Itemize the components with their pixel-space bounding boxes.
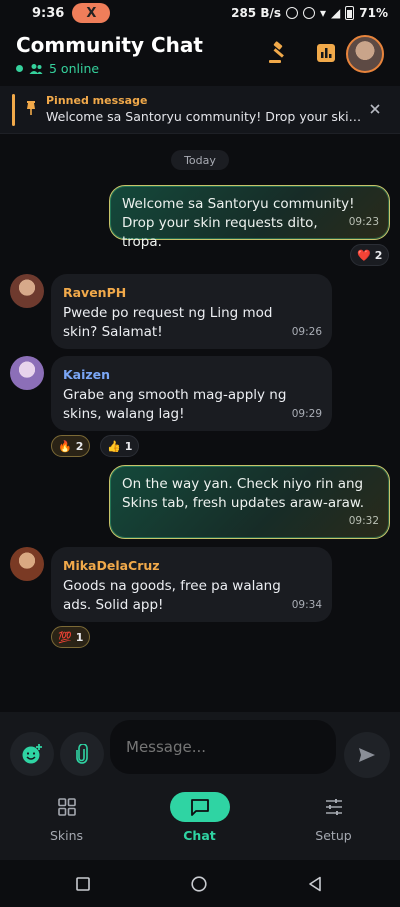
- hundred-icon: 💯: [58, 630, 72, 644]
- system-nav-bar: [0, 860, 400, 907]
- emoji-button[interactable]: [10, 732, 54, 776]
- reaction-count: 2: [75, 439, 84, 453]
- thumbs-up-icon: 👍: [107, 439, 121, 453]
- pin-icon: [27, 101, 35, 115]
- reaction-chip[interactable]: ❤️ 2: [350, 244, 390, 266]
- square-icon: [76, 877, 90, 891]
- day-separator: Today: [171, 150, 229, 170]
- wifi-icon: ▾: [320, 6, 327, 20]
- dnd-icon: [286, 7, 298, 19]
- close-icon: [370, 104, 380, 114]
- message-bubble-incoming[interactable]: RavenPH Pwede po request ng Ling mod ski…: [51, 274, 332, 349]
- recents-button[interactable]: [76, 876, 90, 895]
- message-input[interactable]: [110, 720, 336, 774]
- message-bubble-outgoing[interactable]: Welcome sa Santoryu community! Drop your…: [109, 185, 390, 250]
- message-text: Goods na goods, free pa walang ads. Soli…: [63, 578, 281, 613]
- message-text: Pwede po request ng Ling mod skin? Salam…: [63, 305, 273, 340]
- message-text: On the way yan. Check niyo rin ang Skins…: [122, 476, 365, 511]
- nav-skins-icon-wrap: [37, 792, 97, 822]
- message-sender: MikaDelaCruz: [63, 558, 160, 573]
- send-button[interactable]: [344, 732, 390, 778]
- message-sender: RavenPH: [63, 285, 127, 300]
- send-icon: [359, 748, 375, 762]
- reaction-chip[interactable]: 💯 1: [51, 626, 91, 648]
- online-label: 5 online: [49, 61, 100, 76]
- moderation-button[interactable]: [263, 38, 293, 68]
- chat-bubble-icon: [190, 799, 209, 816]
- status-time: 9:36: [32, 5, 65, 21]
- message-bubble-incoming[interactable]: Kaizen Grabe ang smooth mag-apply ng ski…: [51, 356, 332, 431]
- nav-label: Skins: [49, 828, 84, 843]
- bottom-nav: Skins Chat Setup: [0, 790, 400, 860]
- gavel-icon: [269, 41, 284, 63]
- vibrate-icon: [303, 7, 315, 19]
- nav-chat[interactable]: Chat: [133, 790, 266, 860]
- bar-chart-icon: [317, 44, 335, 62]
- fire-icon: 🔥: [58, 439, 72, 453]
- paperclip-icon: [76, 744, 88, 764]
- grid-icon: [57, 798, 76, 816]
- nav-chat-icon-wrap: [169, 792, 230, 822]
- message-time: 09:29: [291, 408, 322, 420]
- avatar-kaizen[interactable]: [10, 356, 44, 390]
- home-button[interactable]: [191, 876, 207, 896]
- message-time: 09:34: [291, 599, 322, 611]
- message-bubble-incoming[interactable]: MikaDelaCruz Goods na goods, free pa wal…: [51, 547, 332, 622]
- nav-label: Setup: [315, 828, 352, 843]
- message-text: Welcome sa Santoryu community! Drop your…: [122, 196, 355, 250]
- battery-icon: [345, 6, 355, 20]
- message-time: 09:32: [348, 515, 379, 527]
- message-bubble-outgoing[interactable]: On the way yan. Check niyo rin ang Skins…: [109, 465, 390, 539]
- attach-button[interactable]: [60, 732, 104, 776]
- reaction-chip[interactable]: 👍 1: [100, 435, 140, 457]
- status-bar: 9:36 X 285 B/s ▾ ◢ 71%: [0, 0, 400, 26]
- heart-icon: ❤️: [357, 248, 371, 262]
- people-icon: [29, 63, 43, 74]
- back-button[interactable]: [308, 876, 322, 896]
- reaction-count: 1: [124, 439, 133, 453]
- circle-icon: [191, 876, 207, 892]
- close-pinned-button[interactable]: [364, 98, 386, 120]
- page-title: Community Chat: [16, 33, 203, 57]
- reaction-count: 1: [75, 630, 84, 644]
- net-speed: 285 B/s: [231, 6, 281, 20]
- message-text: Grabe ang smooth mag-apply ng skins, wal…: [63, 387, 287, 422]
- message-sender: Kaizen: [63, 367, 111, 382]
- nav-setup[interactable]: Setup: [267, 790, 400, 860]
- status-icons: 285 B/s ▾ ◢ 71%: [231, 6, 388, 20]
- online-dot: [16, 65, 23, 72]
- online-count: 5 online: [16, 61, 99, 76]
- sliders-icon: [325, 799, 342, 815]
- avatar-ravenph[interactable]: [10, 274, 44, 308]
- battery-percent: 71%: [359, 6, 388, 20]
- pinned-message[interactable]: Pinned message Welcome sa Santoryu commu…: [0, 86, 400, 134]
- stats-button[interactable]: [311, 38, 341, 68]
- signal-icon: ◢: [331, 6, 341, 20]
- chat-header: Community Chat 5 online: [0, 30, 400, 80]
- pinned-label: Pinned message: [46, 94, 148, 107]
- message-time: 09:23: [348, 216, 379, 228]
- pinned-accent-bar: [12, 94, 15, 126]
- nav-skins[interactable]: Skins: [0, 790, 133, 860]
- back-triangle-icon: [309, 876, 321, 892]
- reaction-count: 2: [374, 248, 383, 262]
- avatar-mikadelacruz[interactable]: [10, 547, 44, 581]
- profile-avatar[interactable]: [346, 35, 384, 73]
- nav-setup-icon-wrap: [304, 792, 364, 822]
- message-composer: [0, 712, 400, 790]
- status-app-pill: X: [72, 3, 111, 23]
- nav-label: Chat: [183, 828, 216, 843]
- message-time: 09:26: [291, 326, 322, 338]
- reaction-chip[interactable]: 🔥 2: [51, 435, 91, 457]
- pinned-text: Welcome sa Santoryu community! Drop your…: [46, 109, 362, 124]
- emoji-add-icon: [22, 744, 42, 764]
